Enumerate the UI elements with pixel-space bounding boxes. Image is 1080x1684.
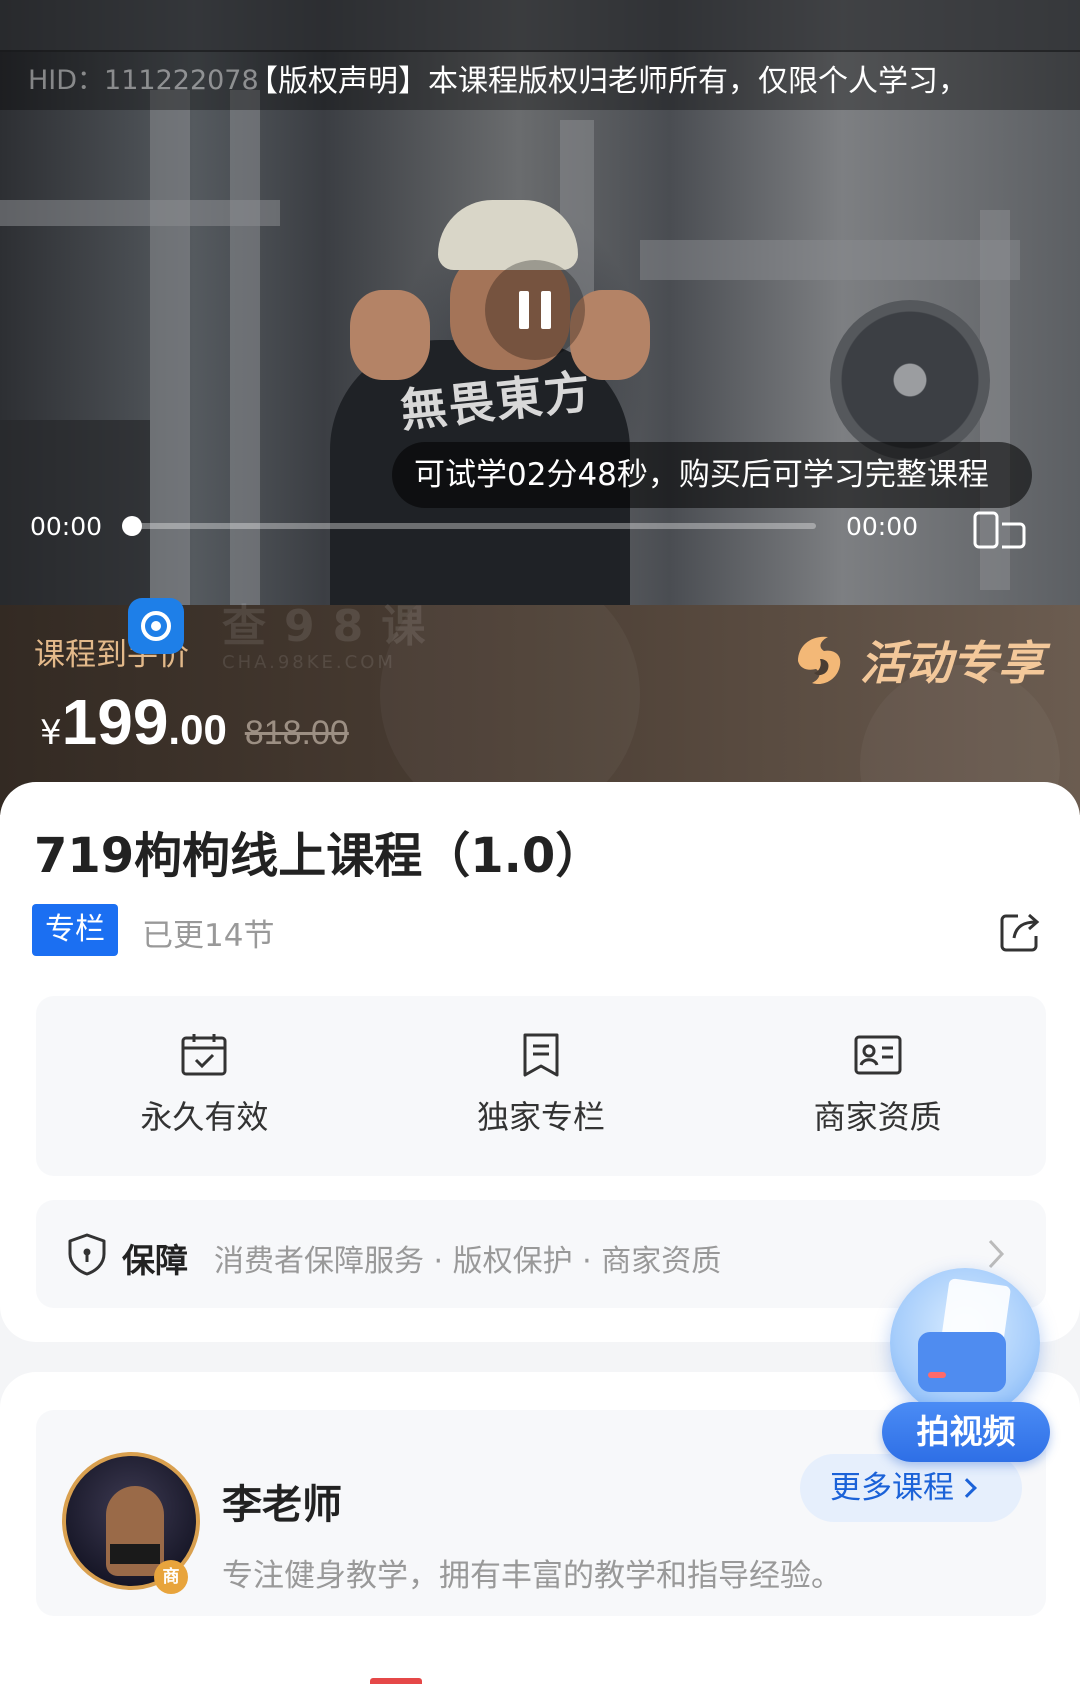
instructor: 無畏東方 [290,190,650,605]
teacher-description: 专注健身教学，拥有丰富的教学和指导经验。 [222,1558,842,1594]
camera-icon [890,1268,1040,1418]
shield-icon [68,1233,106,1276]
more-courses-button[interactable]: 更多课程 [800,1454,1022,1522]
chevron-right-icon [988,1239,1005,1269]
course-title: 719枸枸线上课程（1.0） [34,828,604,884]
feature-merchant[interactable]: 商家资质 [709,996,1046,1176]
feature-label: 永久有效 [140,1098,269,1136]
more-courses-label: 更多课程 [830,1470,954,1506]
price-integer: 199 [61,686,169,758]
fullscreen-icon[interactable] [972,510,1028,550]
teacher-name: 李老师 [222,1482,342,1528]
progress-thumb[interactable] [122,516,142,536]
watermark-logo-icon [128,598,184,654]
price-decimal: .00 [168,706,227,753]
guarantee-title: 保障 [122,1241,188,1280]
record-video-label: 拍视频 [882,1402,1050,1462]
guarantee-items: 消费者保障服务 · 版权保护 · 商家资质 [214,1244,722,1279]
feature-exclusive[interactable]: 独家专栏 [373,996,710,1176]
feature-label: 商家资质 [813,1098,942,1136]
current-time: 00:00 [30,512,103,541]
total-time: 00:00 [846,512,919,541]
share-icon[interactable] [996,908,1044,956]
progress-bar[interactable] [122,516,816,536]
course-card: 719枸枸线上课程（1.0） 专栏 已更14节 永久有效 独家专栏 商家资质 保… [0,782,1080,1342]
update-count: 已更14节 [142,918,275,954]
promo-badge: 活动专享 [790,627,1044,693]
bookmark-icon [523,1033,559,1077]
gym-rack [0,200,280,226]
chevron-right-icon [957,1478,977,1498]
price: ¥199.00 818.00 [40,685,349,759]
pause-button[interactable] [485,260,585,360]
watermark: 查98课 [222,601,444,652]
id-card-icon [854,1035,902,1075]
pause-icon [519,291,529,329]
column-tag: 专栏 [32,904,118,956]
trial-notice: 可试学02分48秒，购买后可学习完整课程 [392,442,1032,508]
record-video-button[interactable]: 拍视频 [880,1268,1052,1464]
watermark-url: CHA.98KE.COM [222,652,396,673]
calendar-check-icon [181,1034,227,1076]
pause-icon-bar [541,291,551,329]
currency-symbol: ¥ [40,713,62,753]
video-player[interactable]: 無畏東方 HID：111222078 【版权声明】本课程版权归老师所有，仅限个人… [0,0,1080,605]
copyright-notice: 【版权声明】本课程版权归老师所有，仅限个人学习， [248,64,968,99]
press-machine [640,240,1020,280]
merchant-badge: 商 [154,1560,188,1594]
original-price: 818.00 [244,714,349,752]
flame-logo-icon [798,636,841,685]
feature-permanent[interactable]: 永久有效 [36,996,373,1176]
feature-panel: 永久有效 独家专栏 商家资质 [36,996,1046,1176]
hid-label: HID：111222078 [28,65,259,96]
bottom-indicator [370,1678,422,1684]
ceiling [0,0,1080,52]
weight-plate [830,300,990,460]
promo-label: 活动专享 [860,636,1044,690]
feature-label: 独家专栏 [477,1098,606,1136]
